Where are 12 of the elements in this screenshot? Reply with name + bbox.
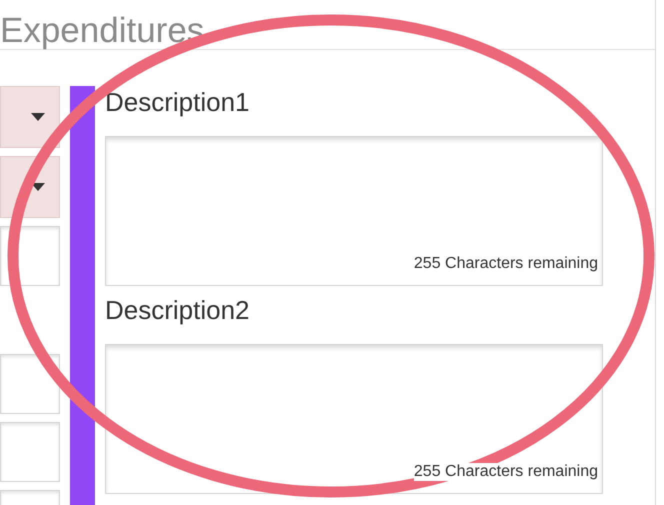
input-field[interactable] xyxy=(0,354,60,414)
text-area[interactable]: 255 Characters remaining xyxy=(105,136,603,286)
section-title: Expenditures xyxy=(0,11,204,51)
character-counter: 255 Characters remaining xyxy=(414,255,598,273)
field-label: Description1 xyxy=(105,86,251,118)
character-counter: 255 Characters remaining xyxy=(414,463,598,481)
field-label: Description2 xyxy=(105,294,251,326)
input-field[interactable] xyxy=(0,422,60,482)
dropdown[interactable] xyxy=(0,86,60,148)
caret-icon xyxy=(31,183,45,191)
text-area[interactable]: 255 Characters remaining xyxy=(105,344,603,494)
caret-icon xyxy=(31,113,45,121)
